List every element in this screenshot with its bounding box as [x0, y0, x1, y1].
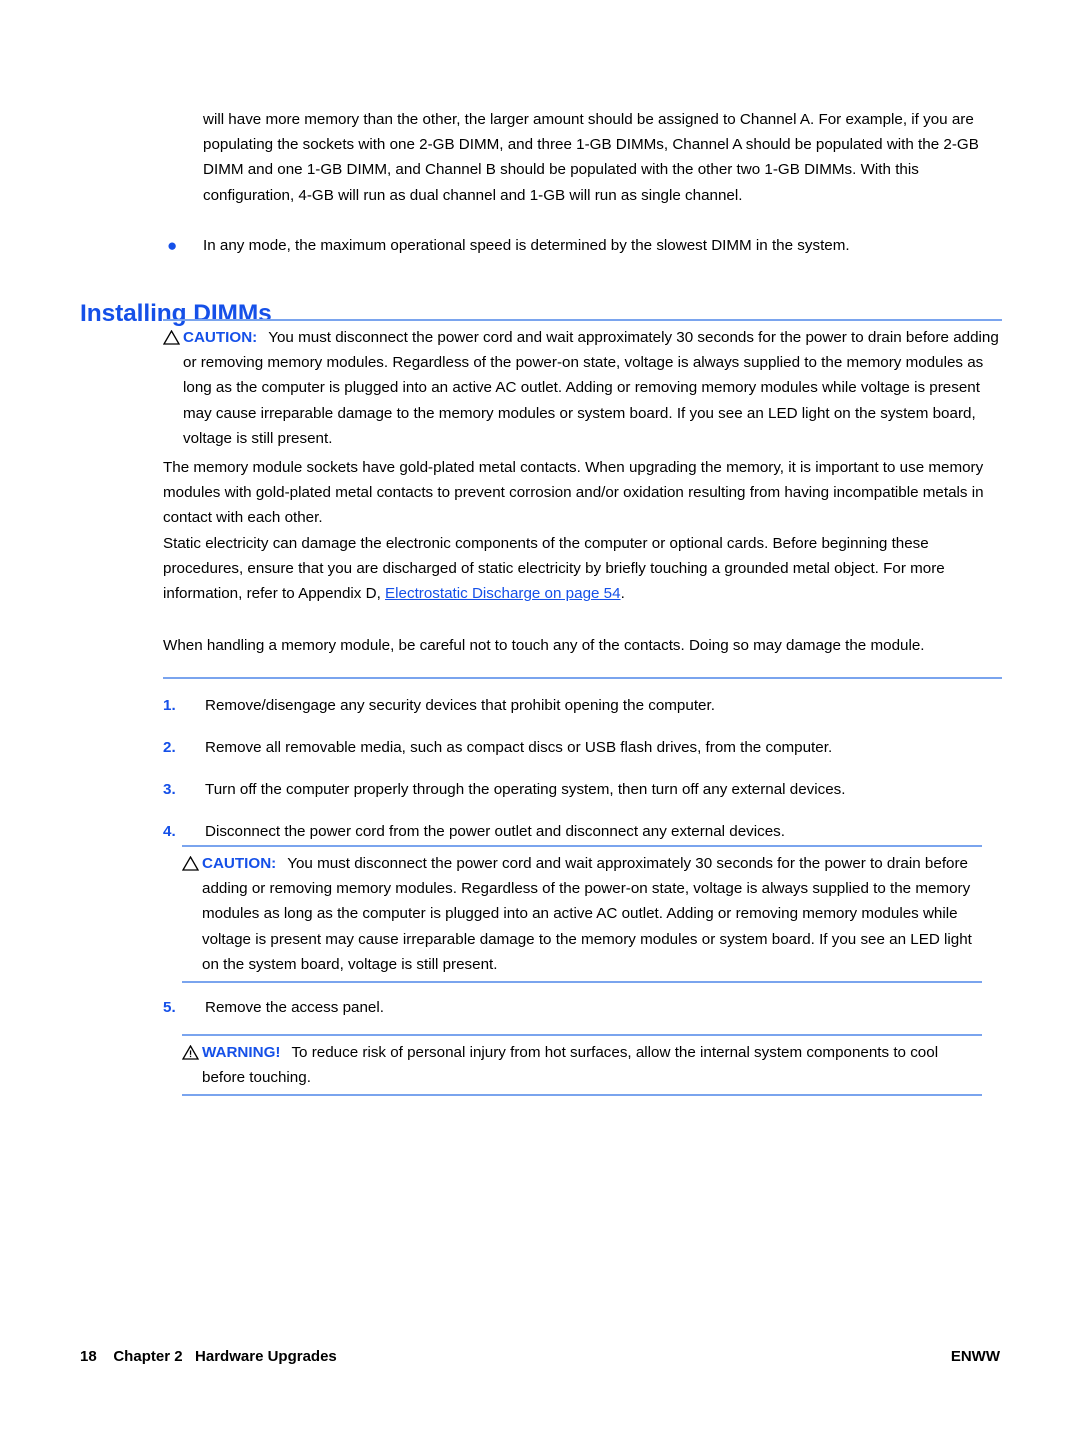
- warning-note: WARNING! To reduce risk of personal injur…: [182, 1034, 982, 1097]
- step-number: 1.: [163, 697, 176, 714]
- caution-text-2: You must disconnect the power cord and w…: [202, 855, 972, 973]
- step-text: Remove the access panel.: [205, 999, 384, 1016]
- paragraph-text-after-link: .: [620, 585, 625, 603]
- step-item: 5. Remove the access panel.: [163, 995, 993, 1020]
- step-text: Remove/disengage any security devices th…: [205, 697, 715, 714]
- caution-text-1: You must disconnect the power cord and w…: [183, 329, 999, 447]
- warning-body: WARNING! To reduce risk of personal injur…: [202, 1040, 982, 1090]
- step-text: Turn off the computer properly through t…: [205, 781, 846, 798]
- caution-note-1: CAUTION: You must disconnect the power co…: [163, 319, 1002, 451]
- document-page: will have more memory than the other, th…: [0, 0, 1080, 1437]
- bullet-item-text: In any mode, the maximum operational spe…: [203, 237, 850, 254]
- step-item: 4. Disconnect the power cord from the po…: [163, 819, 993, 844]
- paragraph-gold-plated-contacts: The memory module sockets have gold-plat…: [163, 459, 984, 527]
- step-text: Remove all removable media, such as comp…: [205, 739, 833, 756]
- electrostatic-discharge-link[interactable]: Electrostatic Discharge on page 54: [385, 585, 621, 602]
- step-item: 2. Remove all removable media, such as c…: [163, 735, 993, 760]
- divider-bottom: [182, 981, 982, 984]
- paragraph-static-electricity: Static electricity can damage the electr…: [163, 531, 990, 607]
- step-number: 2.: [163, 739, 176, 756]
- paragraph-handling-module: When handling a memory module, be carefu…: [163, 637, 925, 654]
- caution-triangle-icon: [163, 325, 183, 345]
- caution-body-2: CAUTION: You must disconnect the power co…: [202, 851, 982, 977]
- step-text: Disconnect the power cord from the power…: [205, 823, 785, 840]
- footer-chapter-label: 18 Chapter 2 Hardware Upgrades: [80, 1348, 337, 1365]
- warning-label: WARNING!: [202, 1044, 281, 1061]
- bullet-list-item: ● In any mode, the maximum operational s…: [163, 233, 993, 258]
- divider-before-steps: [163, 677, 1002, 679]
- step-item: 1. Remove/disengage any security devices…: [163, 693, 993, 718]
- caution-label-1: CAUTION:: [183, 329, 258, 346]
- step-number: 4.: [163, 823, 176, 840]
- caution-body-1: CAUTION: You must disconnect the power co…: [183, 325, 1002, 451]
- caution-label-2: CAUTION:: [202, 855, 277, 872]
- footer-enww-label: ENWW: [950, 1348, 1000, 1365]
- step-number: 3.: [163, 781, 176, 798]
- bullet-dot-icon: ●: [167, 236, 178, 255]
- step-item: 3. Turn off the computer properly throug…: [163, 777, 993, 802]
- warning-text: To reduce risk of personal injury from h…: [202, 1044, 939, 1087]
- caution-note-2: CAUTION: You must disconnect the power co…: [182, 845, 982, 984]
- continuation-paragraph: will have more memory than the other, th…: [203, 111, 979, 204]
- warning-triangle-icon: [182, 1040, 202, 1060]
- caution-triangle-icon: [182, 851, 202, 871]
- divider-bottom: [182, 1094, 982, 1097]
- page-footer: 18 Chapter 2 Hardware Upgrades ENWW: [0, 1345, 1080, 1369]
- step-number: 5.: [163, 999, 176, 1016]
